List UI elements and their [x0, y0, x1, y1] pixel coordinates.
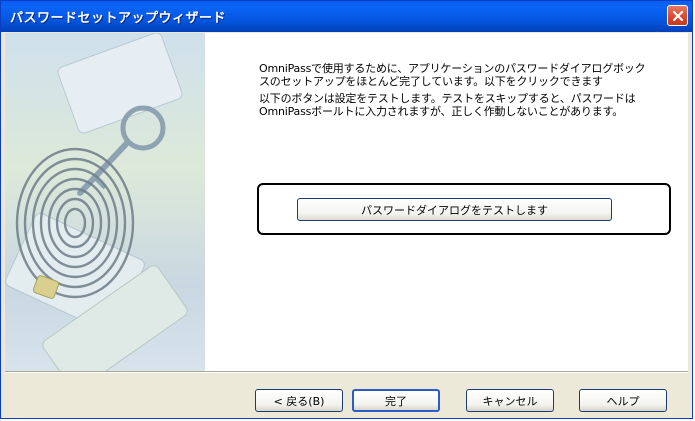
- description-line: スのセットアップをほとんど完了しています。以下をクリックできます: [259, 75, 603, 88]
- back-button[interactable]: < 戻る(B): [255, 389, 343, 412]
- help-button[interactable]: ヘルプ: [579, 389, 667, 412]
- test-password-dialog-button[interactable]: パスワードダイアログをテストします: [297, 198, 612, 221]
- close-button[interactable]: [667, 5, 688, 26]
- footer-divider: [5, 371, 688, 373]
- cancel-button[interactable]: キャンセル: [466, 389, 554, 412]
- description-line: OmniPassボールトに入力されますが、正しく作動しないことがあります。: [259, 105, 624, 118]
- close-icon: [672, 10, 683, 21]
- wizard-footer: < 戻る(B) 完了 キャンセル ヘルプ: [1, 374, 692, 418]
- fingerprint-icon: [5, 33, 188, 371]
- finish-button[interactable]: 完了: [352, 389, 440, 412]
- fingerprint-illustration: [5, 33, 205, 371]
- description-line: OmniPassで使用するために、アプリケーションのパスワードダイアログボック: [259, 62, 646, 75]
- description-text: OmniPassで使用するために、アプリケーションのパスワードダイアログボック …: [259, 62, 669, 118]
- window-title: パスワードセットアップウィザード: [10, 11, 227, 26]
- wizard-content: OmniPassで使用するために、アプリケーションのパスワードダイアログボック …: [5, 33, 688, 371]
- description-line: 以下のボタンは設定をテストします。テストをスキップすると、パスワードは: [259, 92, 636, 105]
- wizard-window: パスワードセットアップウィザード OmniPassで使用するために、アプリケーシ…: [0, 0, 693, 419]
- title-bar: パスワードセットアップウィザード: [1, 1, 692, 32]
